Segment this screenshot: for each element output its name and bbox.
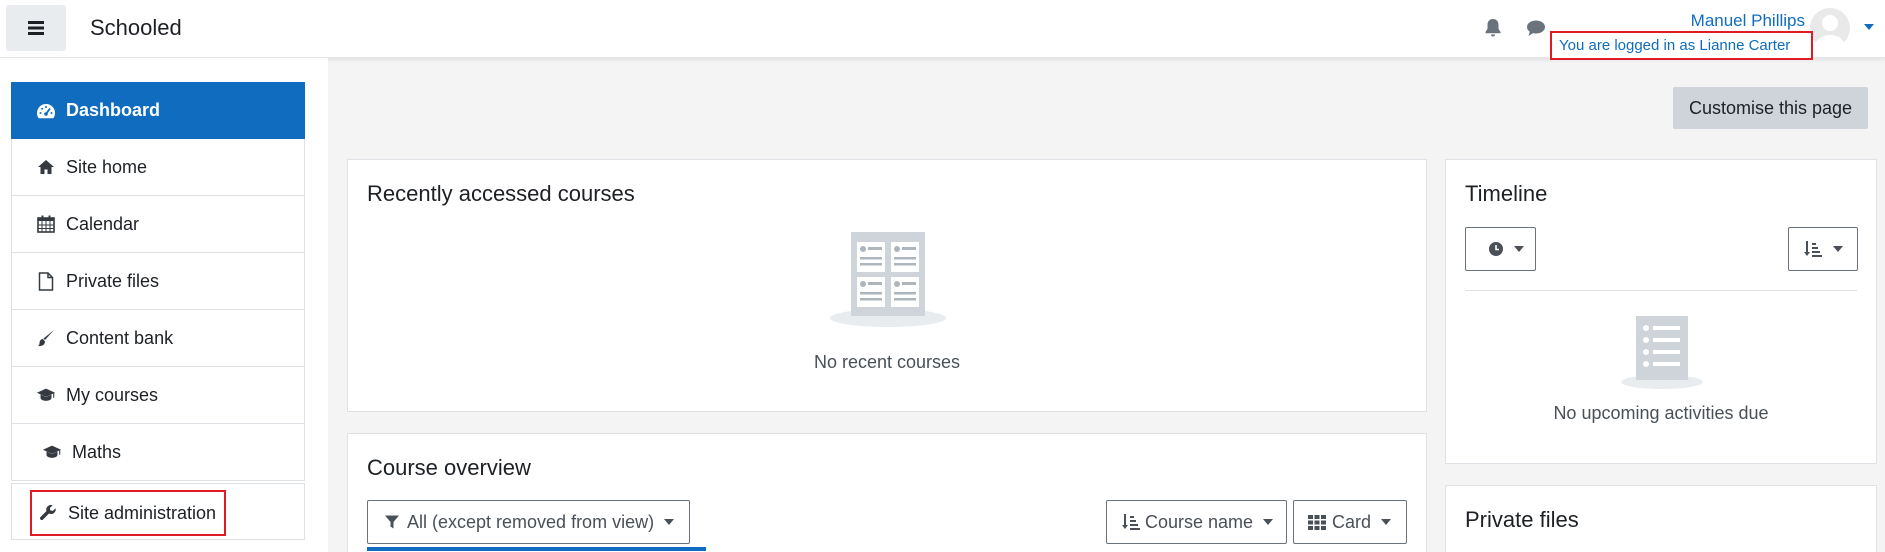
activities-empty-icon: [1621, 316, 1703, 389]
site-admin-container: Site administration: [11, 483, 305, 540]
user-avatar[interactable]: [1810, 8, 1850, 48]
nav-item-content-bank[interactable]: Content bank: [11, 310, 305, 367]
course-overview-block: Course overview All (except removed from…: [347, 433, 1427, 552]
block-title: Recently accessed courses: [367, 181, 635, 206]
nav-list: Dashboard Site home Calendar Private fil…: [11, 82, 305, 481]
sort-dropdown[interactable]: Course name: [1106, 500, 1287, 544]
chevron-down-icon: [1263, 519, 1274, 525]
private-files-block: Private files: [1445, 485, 1877, 552]
chevron-down-icon: [1381, 519, 1392, 525]
sort-amount-icon: [1804, 241, 1822, 257]
nav-drawer: Dashboard Site home Calendar Private fil…: [0, 58, 328, 552]
nav-item-my-courses[interactable]: My courses: [11, 367, 305, 424]
notifications-button[interactable]: [1482, 17, 1504, 39]
user-name-link[interactable]: Manuel Phillips: [1691, 11, 1805, 31]
user-menu-caret-icon[interactable]: [1864, 24, 1874, 30]
chevron-down-icon: [1514, 246, 1524, 252]
grid-icon: [1308, 515, 1326, 530]
recently-accessed-courses-block: Recently accessed courses No recent cour…: [347, 159, 1427, 412]
nav-item-label: Maths: [72, 441, 122, 462]
site-administration-label: Site administration: [68, 502, 217, 523]
nav-item-label: Dashboard: [66, 100, 161, 120]
empty-message: No upcoming activities due: [1553, 403, 1769, 423]
timeline-sort-dropdown[interactable]: [1788, 227, 1858, 271]
file-icon: [36, 271, 56, 291]
home-icon: [36, 157, 56, 177]
timeline-block: Timeline No upcoming activities due: [1445, 159, 1877, 464]
nav-item-site-home[interactable]: Site home: [11, 139, 305, 196]
filter-active-underline: [367, 547, 706, 551]
block-title: Timeline: [1465, 181, 1548, 206]
tachometer-icon: [36, 101, 56, 121]
nav-item-dashboard[interactable]: Dashboard: [11, 82, 305, 139]
grouping-filter-dropdown[interactable]: All (except removed from view): [367, 500, 690, 544]
chat-bubble-icon: [1527, 20, 1545, 36]
view-label: Card: [1332, 511, 1372, 532]
graduation-cap-icon: [42, 442, 62, 462]
sort-amount-icon: [1122, 514, 1140, 530]
nav-item-label: My courses: [66, 384, 159, 405]
filter-icon: [385, 515, 399, 529]
logged-in-as-link[interactable]: You are logged in as Lianne Carter: [1550, 31, 1813, 60]
nav-item-private-files[interactable]: Private files: [11, 253, 305, 310]
empty-message: No recent courses: [813, 352, 961, 372]
customise-page-button[interactable]: Customise this page: [1673, 87, 1868, 129]
user-avatar-icon: [1814, 15, 1846, 48]
nav-item-label: Private files: [66, 270, 160, 291]
wrench-icon: [38, 503, 58, 523]
clock-icon: [1489, 242, 1503, 256]
graduation-cap-icon: [36, 385, 56, 405]
courses-empty-icon: [830, 232, 946, 327]
view-dropdown[interactable]: Card: [1293, 500, 1407, 544]
chevron-down-icon: [1833, 246, 1843, 252]
calendar-icon: [36, 214, 56, 234]
chevron-down-icon: [664, 519, 675, 525]
nav-item-site-administration[interactable]: Site administration: [30, 490, 226, 536]
paintbrush-icon: [36, 328, 56, 348]
sort-label: Course name: [1145, 511, 1254, 532]
nav-item-label: Content bank: [66, 327, 174, 348]
timeline-day-filter-dropdown[interactable]: [1465, 227, 1536, 271]
nav-item-label: Calendar: [66, 213, 140, 234]
bell-icon: [1485, 19, 1501, 37]
filter-label: All (except removed from view): [407, 511, 655, 532]
nav-item-label: Site home: [66, 156, 148, 177]
messages-button[interactable]: [1525, 17, 1547, 39]
site-brand[interactable]: Schooled: [90, 15, 182, 41]
hamburger-menu-button[interactable]: [6, 5, 66, 51]
block-title: Private files: [1465, 507, 1579, 532]
nav-item-maths[interactable]: Maths: [11, 424, 305, 481]
hamburger-icon: [28, 21, 44, 35]
block-title: Course overview: [367, 455, 531, 480]
divider: [1465, 290, 1857, 291]
nav-item-calendar[interactable]: Calendar: [11, 196, 305, 253]
